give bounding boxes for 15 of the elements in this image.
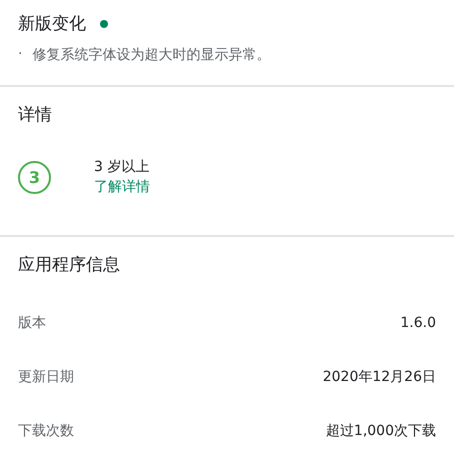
section-title: 应用程序信息 [18, 254, 120, 277]
info-value: 2020年12月26日 [322, 368, 436, 387]
age-rating-label: 3 岁以上 [94, 158, 150, 177]
learn-more-link[interactable]: 了解详情 [94, 177, 150, 197]
info-label: 版本 [18, 314, 46, 333]
release-note: 修复系统字体设为超大时的显示异常。 [32, 46, 270, 64]
info-value: 超过1,000次下载 [326, 422, 436, 441]
new-dot-icon [100, 20, 108, 28]
section-title: 新版变化 [18, 13, 86, 36]
info-label: 下载次数 [18, 422, 74, 441]
section-title: 详情 [18, 104, 52, 127]
info-label: 更新日期 [18, 368, 74, 387]
bullet-icon: · [18, 46, 22, 64]
age-rating-badge: 3 [18, 160, 51, 194]
info-value: 1.6.0 [400, 314, 436, 333]
